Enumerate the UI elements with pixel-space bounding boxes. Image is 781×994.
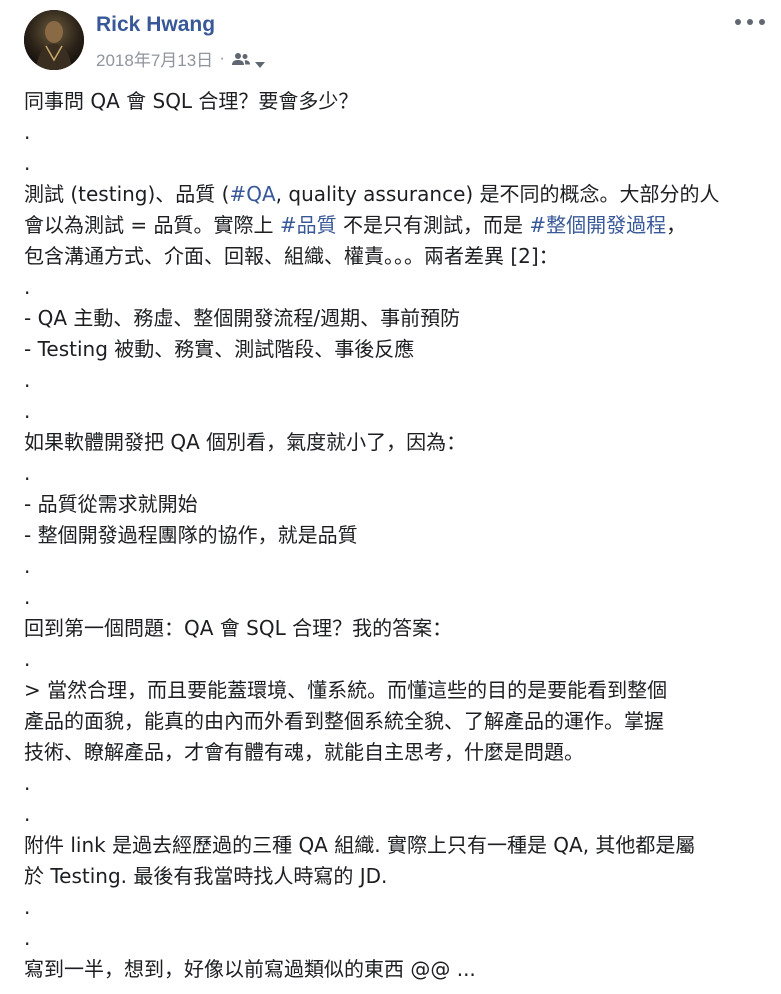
post-text-line: 附件 link 是過去經歷過的三種 QA 組織. 實際上只有一種是 QA, 其他… [24,830,764,861]
post-text-line: . [24,458,764,489]
more-options-icon[interactable] [735,12,765,32]
post-text: 同事問 QA 會 SQL 合理？要會多少？ [24,89,359,113]
post-text-line: . [24,396,764,427]
author-name[interactable]: Rick Hwang [96,13,215,37]
hashtag-link[interactable]: #QA [229,182,275,206]
post-text: ， [666,213,687,237]
post-text: . [24,585,31,609]
post-text: 附件 link 是過去經歷過的三種 QA 組織. 實際上只有一種是 QA, 其他… [24,833,696,857]
post-text: 包含溝通方式、介面、回報、組織、權責。。。兩者差異 [2]： [24,244,559,268]
post-text: 如果軟體開發把 QA 個別看，氣度就小了，因為： [24,430,467,454]
post-text: 會以為測試 = 品質。實際上 [24,213,280,237]
post-text-line: 於 Testing. 最後有我當時找人時寫的 JD. [24,861,764,892]
avatar-photo [24,10,84,70]
post-text-line: 回到第一個問題：QA 會 SQL 合理？我的答案： [24,613,764,644]
post-text: 測試 (testing)、品質 ( [24,182,230,206]
hashtag-link[interactable]: #品質 [280,213,337,237]
post-text-line: - Testing 被動、務實、測試階段、事後反應 [24,334,764,365]
post-text: . [24,554,31,578]
post-text-line: > 當然合理，而且要能蓋環境、懂系統。而懂這些的目的是要能看到整個 [24,675,764,706]
post-text: , quality assurance) 是不同的概念。大部分的人 [275,182,720,206]
post-text: . [24,120,31,144]
friends-icon[interactable] [231,51,251,65]
hashtag-link[interactable]: #整個開發過程 [529,213,666,237]
post-text: . [24,895,31,919]
post-text-line: 產品的面貌，能真的由內而外看到整個系統全貌、了解產品的運作。掌握 [24,706,764,737]
post-text: - Testing 被動、務實、測試階段、事後反應 [24,337,415,361]
post-text: 不是只有測試，而是 [336,213,530,237]
post-text-line: 同事問 QA 會 SQL 合理？要會多少？ [24,86,764,117]
chevron-down-icon[interactable] [254,54,266,68]
post-text-line: . [24,923,764,954]
post-text-line: 測試 (testing)、品質 (#QA, quality assurance)… [24,179,764,210]
post-text-line: . [24,892,764,923]
post-text: . [24,399,31,423]
post-text-line: . [24,148,764,179]
post-text: - QA 主動、務虛、整個開發流程/週期、事前預防 [24,306,461,330]
post-text: 技術、瞭解產品，才會有體有魂，就能自主思考，什麼是問題。 [24,740,584,764]
post-text-line: 包含溝通方式、介面、回報、組織、權責。。。兩者差異 [2]： [24,241,764,272]
post-text-line: . [24,365,764,396]
post-text: . [24,368,31,392]
post-text-line: . [24,644,764,675]
facebook-post: Rick Hwang 2018年7月13日 · 同事問 QA 會 SQL 合理？… [0,0,781,994]
post-text: > 當然合理，而且要能蓋環境、懂系統。而懂這些的目的是要能看到整個 [24,678,668,702]
post-text: 於 Testing. 最後有我當時找人時寫的 JD. [24,864,388,888]
post-text-line: - 整個開發過程團隊的協作，就是品質 [24,520,764,551]
post-text-line: . [24,582,764,613]
post-text: . [24,926,31,950]
post-meta: 2018年7月13日 · [96,46,266,70]
more-dot [759,19,765,25]
meta-separator: · [219,48,225,67]
post-text-line: . [24,768,764,799]
post-text-line: - QA 主動、務虛、整個開發流程/週期、事前預防 [24,303,764,334]
post-text-line: 如果軟體開發把 QA 個別看，氣度就小了，因為： [24,427,764,458]
post-date[interactable]: 2018年7月13日 [96,46,213,71]
post-text-line: - 品質從需求就開始 [24,489,764,520]
post-text-line: . [24,551,764,582]
post-text-line: . [24,117,764,148]
post-text: - 整個開發過程團隊的協作，就是品質 [24,523,358,547]
post-text: . [24,461,31,485]
post-text: 產品的面貌，能真的由內而外看到整個系統全貌、了解產品的運作。掌握 [24,709,664,733]
more-dot [735,19,741,25]
post-text: 回到第一個問題：QA 會 SQL 合理？我的答案： [24,616,453,640]
post-text-line: . [24,272,764,303]
post-text-line: 寫到一半，想到，好像以前寫過類似的東西 @@ ... [24,954,764,985]
post-text: 寫到一半，想到，好像以前寫過類似的東西 @@ ... [24,957,476,981]
post-text-line: 技術、瞭解產品，才會有體有魂，就能自主思考，什麼是問題。 [24,737,764,768]
post-text: . [24,647,31,671]
post-text-line: . [24,799,764,830]
post-body: 同事問 QA 會 SQL 合理？要會多少？.. 測試 (testing)、品質 (… [24,86,764,985]
post-text: . [24,771,31,795]
post-text: - 品質從需求就開始 [24,492,198,516]
post-text: . [24,802,31,826]
post-text: . [24,275,31,299]
post-text: . [24,151,31,175]
avatar[interactable] [24,10,84,70]
post-text-line: 會以為測試 = 品質。實際上 #品質 不是只有測試，而是 #整個開發過程， [24,210,764,241]
more-dot [747,19,753,25]
